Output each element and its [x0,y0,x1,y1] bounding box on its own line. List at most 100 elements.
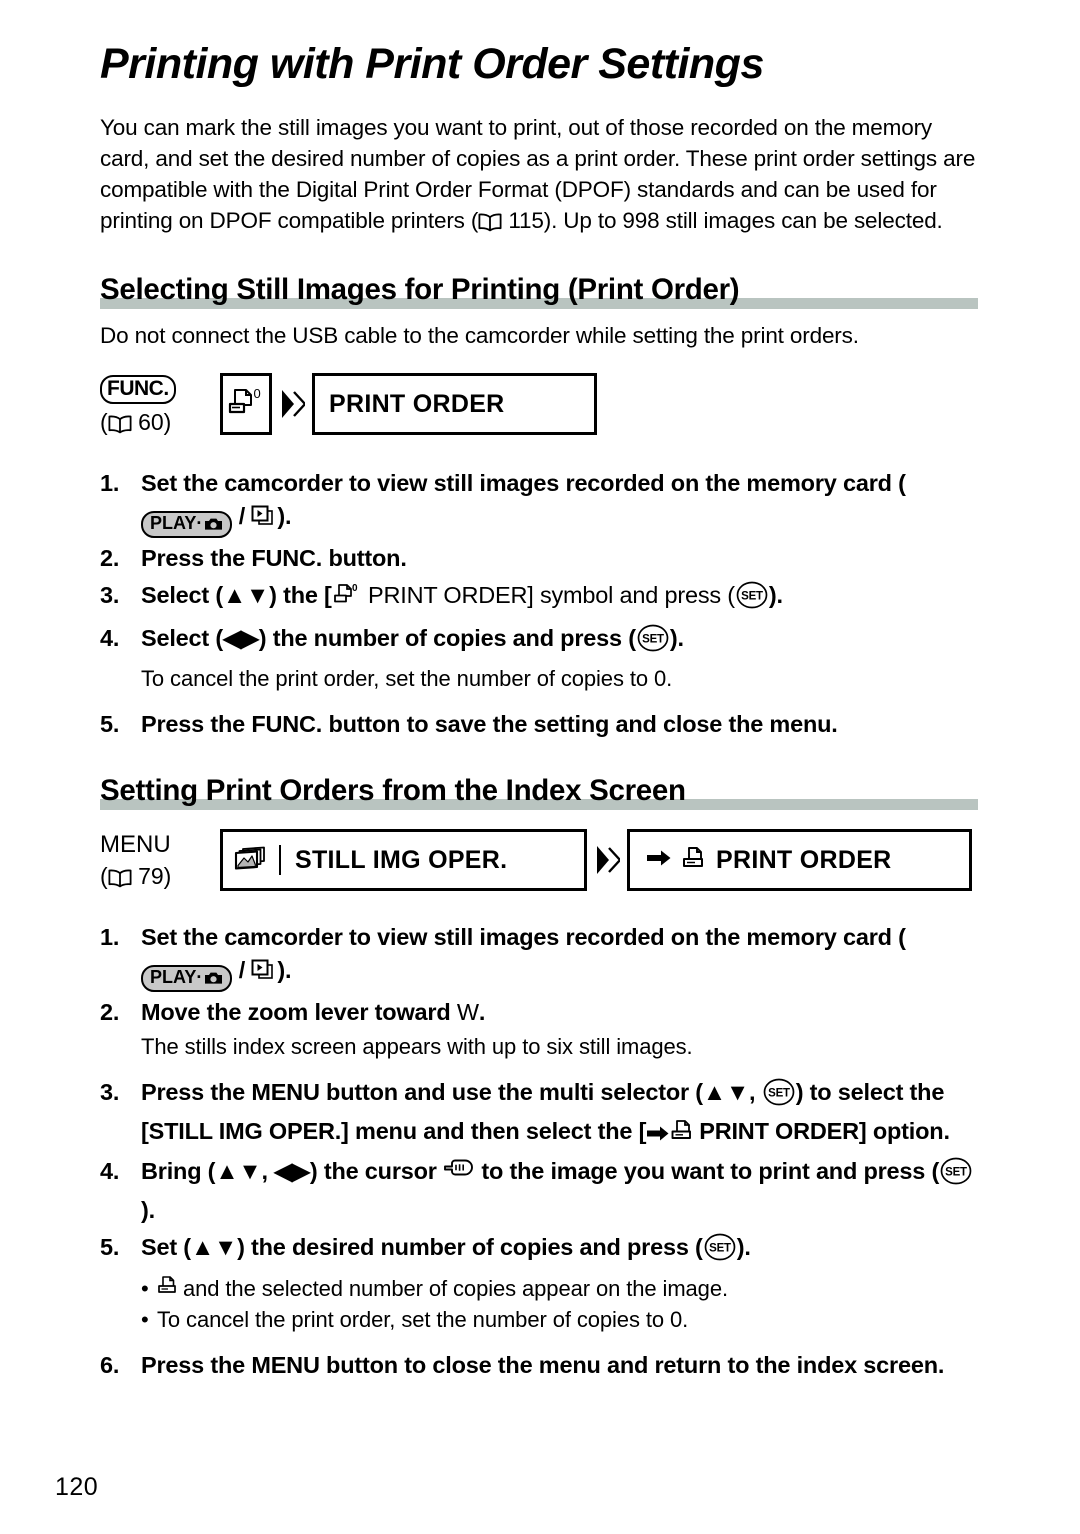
bullet-dot: • [141,1276,149,1302]
still-img-oper-label: STILL IMG OPER. [295,845,508,874]
play-badge-label: PLAY· [150,513,203,534]
step-number: 1. [100,470,120,497]
step-text: ) the [ [269,582,332,609]
func-menu-path: FUNC. ( 60) 0 PRINT ORDER [100,373,978,441]
section1-heading-text: Selecting Still Images for Printing (Pri… [100,273,740,307]
double-chevron-right-icon [587,829,627,891]
step-number: 3. [100,582,120,609]
step-text-end: ). [277,503,292,530]
step-number: 2. [100,545,120,572]
step-text: ). [141,1197,155,1224]
step-text: Press the FUNC. button. [141,545,407,572]
step-text: Select ( [141,582,223,609]
print-order-symbol-box[interactable]: 0 [220,373,272,436]
step-text-sep: / [232,957,252,984]
step-text: ). [736,1234,751,1261]
section1-note: Do not connect the USB cable to the camc… [100,323,859,349]
func-ref-page-number: 60 [138,409,164,436]
step-text: ) the cursor [309,1158,444,1185]
manual-page: Printing with Print Order Settings You c… [0,0,1080,1534]
page-number: 120 [55,1473,99,1501]
book-icon [108,865,132,895]
intro-text-part2: ). Up to 998 still images can be selecte… [543,208,943,234]
step-text: Press the MENU button and use the multi … [141,1079,703,1106]
step-number: 4. [100,625,120,652]
bullet-line: • To cancel the print order, set the num… [141,1304,978,1335]
printer-icon: 0 [332,582,362,615]
book-icon [108,411,132,441]
section-heading-print-order: Selecting Still Images for Printing (Pri… [100,270,978,310]
print-order-option-label: PRINT ORDER [716,845,892,874]
set-button-icon[interactable]: SET [939,1157,973,1194]
printer-icon: 0 [226,386,266,423]
double-chevron-right-icon [272,373,312,435]
section-heading-index-screen: Setting Print Orders from the Index Scre… [100,771,978,811]
step-text: . [478,999,486,1026]
play-mode-badge[interactable]: PLAY· [141,511,233,539]
step-text-end: ). [277,957,292,984]
step-text: ) the desired number of copies and press… [237,1234,703,1261]
svg-text:SET: SET [945,1167,967,1179]
direction-arrows: ▲▼ [190,1234,238,1261]
printer-icon [157,1273,183,1304]
print-order-label: PRINT ORDER [329,389,505,418]
menu-button-text[interactable]: MENU [100,831,220,858]
step-item: 2. Press the FUNC. button. [100,542,978,575]
print-order-menu-box[interactable]: PRINT ORDER [312,373,597,436]
step-text: Move the zoom lever toward [141,999,457,1026]
menu-button-label: MENU ( 79) [100,829,220,895]
step-text: PRINT ORDER] option. [699,1118,950,1145]
card-playback-icon [251,957,277,990]
step-text: ). [669,625,684,652]
still-img-oper-box[interactable]: STILL IMG OPER. [220,829,587,892]
set-button-icon[interactable]: SET [735,581,769,618]
set-button-icon[interactable]: SET [762,1078,796,1115]
func-page-reference: ( 60) [100,407,220,441]
svg-text:SET: SET [741,591,763,603]
step-item: 4. Bring (▲▼, ◀▶) the cursor to the image… [100,1155,978,1227]
step-item: 1. Set the camcorder to view still images… [100,467,978,539]
section2-heading-text: Setting Print Orders from the Index Scre… [100,774,686,808]
step-text-sep: / [232,503,252,530]
direction-arrows: ▲▼ [223,582,270,609]
step-text: Select ( [141,625,223,652]
step-text: Press the MENU button to close the menu … [141,1352,945,1379]
step-item: 3. Select (▲▼) the [0 PRINT ORDER] symbol… [100,579,978,618]
book-icon [478,209,502,240]
card-playback-icon [251,503,277,536]
set-button-icon[interactable]: SET [636,624,670,661]
set-button-icon[interactable]: SET [703,1233,737,1270]
printer-icon [670,1118,699,1151]
section2-steps: 1. Set the camcorder to view still images… [100,921,978,1382]
svg-text:SET: SET [768,1088,790,1100]
step-item: 3. Press the MENU button and use the mult… [100,1076,978,1151]
step-number: 4. [100,1158,120,1185]
svg-text:SET: SET [642,634,664,646]
bullet-text: and the selected number of copies appear… [183,1276,728,1302]
step-text: Set the camcorder to view still images r… [141,924,906,951]
step-text: Set ( [141,1234,191,1261]
step-text: ). [768,582,783,609]
step-number: 1. [100,924,120,951]
play-mode-badge[interactable]: PLAY· [141,965,233,993]
zoom-lever-direction: W [456,999,479,1026]
step-subtext: To cancel the print order, set the numbe… [141,666,673,692]
intro-ref-page: 115 [508,208,544,234]
print-order-option-box[interactable]: PRINT ORDER [627,829,972,892]
step-text: Bring ( [141,1158,216,1185]
step-item: 1. Set the camcorder to view still images… [100,921,978,993]
camera-icon [204,969,223,989]
menu-menu-path: MENU ( 79) STILL IMG OPER. PRINT ORDER [100,829,978,895]
section1-steps: 1. Set the camcorder to view still images… [100,467,978,741]
printer-icon [681,845,711,875]
step-number: 5. [100,711,120,738]
step-text: Press the FUNC. button to save the setti… [141,711,838,738]
menu-page-reference: ( 79) [100,861,220,895]
step-subtext: The stills index screen appears with up … [141,1034,693,1060]
svg-text:SET: SET [709,1243,731,1255]
play-badge-label: PLAY· [150,967,203,988]
stacked-photos-icon [223,845,281,876]
func-menu-label: FUNC. ( 60) [100,373,220,441]
func-button-badge[interactable]: FUNC. [100,375,176,405]
bullet-line: • and the selected number of copies appe… [141,1273,978,1304]
